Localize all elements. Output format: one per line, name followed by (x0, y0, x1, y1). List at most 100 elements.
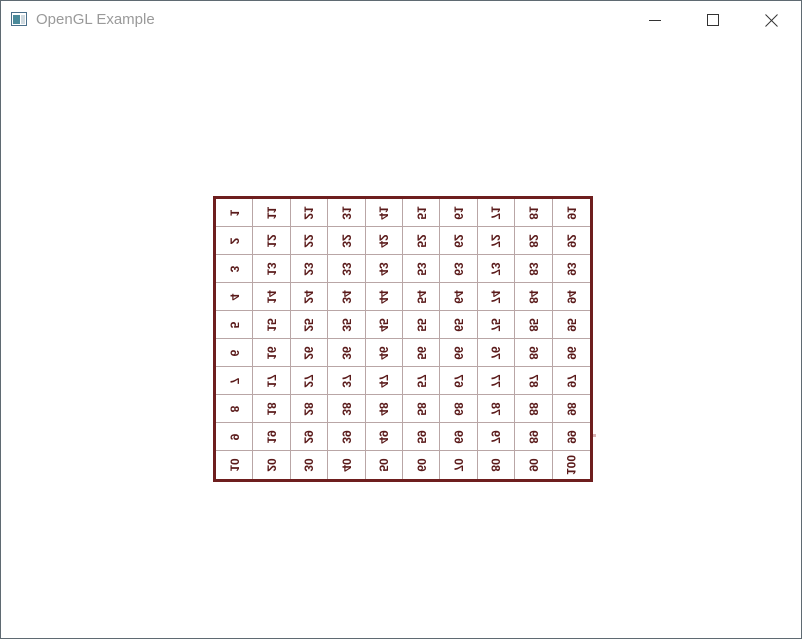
grid-cell-number: 65 (451, 317, 466, 332)
grid-cell: 50 (366, 451, 403, 479)
grid-cell: 51 (403, 199, 441, 227)
grid-cell: 46 (365, 339, 403, 367)
grid-cell: 98 (552, 395, 590, 423)
grid-cell-number: 94 (564, 289, 579, 304)
grid-cell-number: 86 (526, 345, 541, 360)
grid-cell-number: 64 (451, 289, 466, 304)
grid-cell-number: 85 (526, 317, 541, 332)
grid-cell: 15 (253, 311, 291, 339)
title-bar[interactable]: OpenGL Example (1, 1, 801, 39)
grid-cell: 35 (328, 311, 366, 339)
grid-cell: 29 (290, 423, 329, 451)
grid-cell: 9 (216, 423, 254, 451)
grid-cell: 60 (403, 451, 441, 479)
grid-cell: 77 (477, 367, 516, 395)
grid-cell-number: 68 (451, 401, 466, 416)
grid-cell-number: 29 (301, 429, 316, 444)
grid-cell: 49 (365, 423, 403, 451)
grid-cell-number: 43 (376, 261, 391, 276)
grid-cell: 37 (328, 367, 366, 395)
grid-cell-number: 37 (339, 373, 354, 388)
grid-cell: 14 (253, 283, 291, 311)
grid-cell: 81 (515, 199, 553, 227)
grid-cell: 28 (290, 395, 329, 423)
grid-cell: 96 (552, 339, 590, 367)
grid-cell-number: 50 (376, 458, 391, 472)
grid-cell: 39 (328, 423, 366, 451)
grid-cell-number: 18 (264, 401, 279, 416)
grid-cell-number: 76 (488, 345, 503, 360)
grid-cell-number: 19 (264, 429, 279, 444)
minimize-icon (649, 20, 661, 21)
grid-cell-number: 70 (451, 458, 466, 472)
maximize-button[interactable] (684, 1, 742, 39)
minimize-button[interactable] (626, 1, 684, 39)
grid-cell: 45 (365, 311, 403, 339)
grid-cell-number: 38 (339, 401, 354, 416)
grid-cell-number: 47 (376, 373, 391, 388)
grid-cell: 41 (365, 199, 403, 227)
grid-cell-number: 77 (488, 373, 503, 388)
grid-cell-number: 44 (376, 289, 391, 304)
grid-cell-number: 26 (301, 345, 316, 360)
grid-cell-number: 24 (301, 289, 316, 304)
grid-cell: 78 (477, 395, 516, 423)
grid-cell-number: 62 (451, 233, 466, 248)
grid-cell: 57 (403, 367, 441, 395)
grid-cell-number: 92 (564, 233, 579, 248)
grid-cell: 43 (365, 255, 403, 283)
opengl-window-icon[interactable] (11, 12, 27, 26)
grid-cell: 82 (515, 227, 553, 255)
grid-cell-number: 69 (451, 429, 466, 444)
grid-cell: 2 (216, 227, 254, 255)
grid-cell-number: 75 (488, 317, 503, 332)
grid-cell: 80 (478, 451, 516, 479)
grid-cell-number: 88 (526, 401, 541, 416)
grid-cell-number: 10 (227, 458, 242, 472)
grid-cell: 44 (365, 283, 403, 311)
grid-cell: 68 (440, 395, 478, 423)
grid-cell-number: 11 (264, 206, 279, 219)
grid-cell: 1 (216, 199, 254, 227)
grid-cell: 93 (552, 255, 590, 283)
grid-cell: 24 (290, 283, 329, 311)
render-artifact (593, 434, 596, 437)
grid-cell-number: 45 (376, 317, 391, 332)
grid-cell: 8 (216, 395, 254, 423)
grid-cell-number: 51 (414, 205, 429, 220)
grid-cell-number: 39 (339, 429, 354, 444)
grid-cell-number: 58 (414, 401, 429, 416)
window-title: OpenGL Example (36, 11, 155, 28)
grid-cell-number: 52 (414, 233, 429, 248)
grid-cell-number: 97 (564, 373, 579, 388)
grid-cell: 90 (515, 451, 553, 479)
grid-cell: 83 (515, 255, 553, 283)
grid-cell: 30 (291, 451, 329, 479)
opengl-viewport[interactable]: 1 11 21 31 41 51 61 71 81 91 2 12 22 32 42 52 62 72 82 92 3 1… (1, 39, 801, 638)
grid-cell-number: 7 (227, 377, 242, 384)
grid-cell-number: 35 (339, 317, 354, 332)
grid-cell: 18 (253, 395, 291, 423)
grid-cell-number: 14 (264, 289, 279, 304)
grid-cell-number: 60 (414, 458, 429, 472)
grid-cell-number: 91 (564, 205, 579, 220)
grid-cell: 75 (477, 311, 516, 339)
grid-cell-number: 3 (227, 265, 242, 272)
grid-cell: 73 (477, 255, 516, 283)
grid-cell-number: 32 (339, 233, 354, 248)
grid-cell-number: 36 (339, 345, 354, 360)
grid-cell: 70 (440, 451, 478, 479)
close-button[interactable] (742, 1, 800, 39)
grid-cell: 100 (553, 451, 590, 479)
grid-cell-number: 2 (227, 237, 242, 244)
grid-cell-number: 41 (376, 205, 391, 220)
grid-cell-number: 31 (339, 205, 354, 220)
grid-cell-number: 12 (264, 233, 279, 248)
grid-cell-number: 59 (414, 429, 429, 444)
grid-cell: 33 (328, 255, 366, 283)
app-window: OpenGL Example 1 11 21 31 41 51 61 71 81 91 2 12 22 3… (0, 0, 802, 639)
grid-cell: 4 (216, 283, 254, 311)
grid-cell: 92 (552, 227, 590, 255)
grid-cell: 42 (365, 227, 403, 255)
grid-cell-number: 20 (264, 458, 279, 472)
